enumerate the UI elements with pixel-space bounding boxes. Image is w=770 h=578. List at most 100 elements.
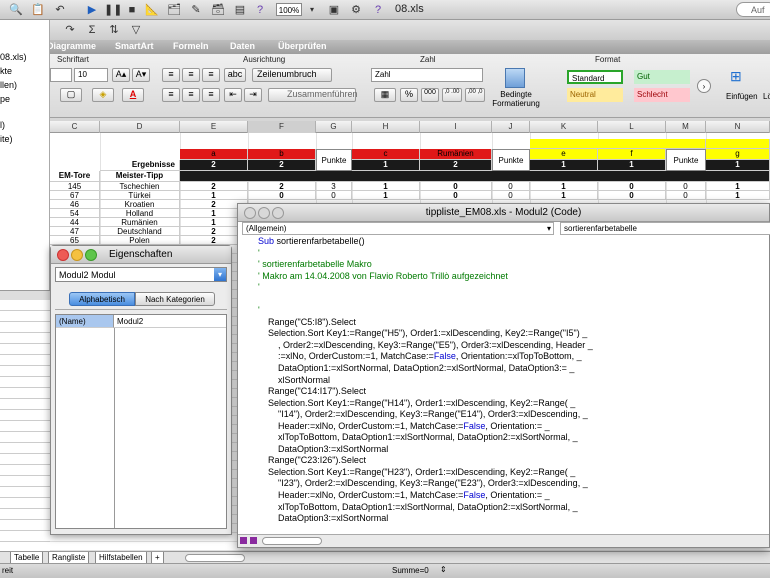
header-cell-punkte[interactable]: Punkte bbox=[316, 149, 352, 171]
code-line[interactable]: Range("C5:I8").Select bbox=[258, 317, 763, 329]
points-cell[interactable]: 0 bbox=[492, 191, 530, 200]
sort-icon[interactable]: ⇅ bbox=[106, 22, 122, 38]
thousands-button[interactable]: 000 bbox=[421, 88, 439, 102]
properties-titlebar[interactable]: Eigenschaften bbox=[51, 246, 231, 264]
decimal-decrease-button[interactable]: ,00 ,0 bbox=[465, 88, 485, 102]
toolbox-icon-2[interactable]: ⚙ bbox=[348, 2, 364, 18]
meister-tipp-header[interactable]: Meister-Tipp bbox=[100, 171, 180, 182]
header-cell-e[interactable]: a bbox=[180, 149, 248, 160]
pause-icon[interactable]: ❚❚ bbox=[104, 2, 122, 18]
code-line[interactable]: xlSortNormal bbox=[258, 375, 763, 387]
tip-cell[interactable]: 0 bbox=[420, 182, 492, 191]
zoom-icon[interactable] bbox=[85, 249, 97, 261]
paste-icon[interactable]: 📋 bbox=[30, 2, 46, 18]
zoom-dropdown-icon[interactable]: ▾ bbox=[304, 2, 320, 18]
team-cell[interactable]: Holland bbox=[100, 209, 180, 218]
search-field[interactable]: Auf de bbox=[736, 2, 770, 30]
number-format-select[interactable]: Zahl bbox=[371, 68, 483, 82]
code-scrollbar[interactable] bbox=[238, 534, 769, 547]
percent-button[interactable]: % bbox=[400, 88, 418, 102]
tip-cell[interactable]: 1 bbox=[530, 191, 598, 200]
tip-cell[interactable]: 1 bbox=[180, 191, 248, 200]
minimize-icon[interactable] bbox=[258, 207, 270, 219]
tip-cell[interactable]: 1 bbox=[706, 191, 770, 200]
object-combo[interactable]: (Allgemein) ▾ bbox=[242, 222, 554, 235]
column-header[interactable]: M bbox=[666, 121, 706, 133]
code-line[interactable]: Header:=xlNo, OrderCustom:=1, MatchCase:… bbox=[258, 421, 763, 433]
align-left-button[interactable]: ≡ bbox=[162, 88, 180, 102]
column-header[interactable]: C bbox=[50, 121, 100, 133]
code-line[interactable]: DataOption1:=xlSortNormal, DataOption2:=… bbox=[258, 363, 763, 375]
property-name[interactable]: (Name) bbox=[56, 315, 114, 328]
project-item[interactable]: pe bbox=[0, 94, 10, 104]
code-line[interactable]: xlTopToBottom, DataOption1:=xlSortNormal… bbox=[258, 502, 763, 514]
fill-color-button[interactable]: ◈ bbox=[92, 88, 114, 102]
header-cell-i[interactable]: Rumänien bbox=[420, 149, 492, 160]
procedure-view-icon[interactable] bbox=[240, 537, 247, 544]
indent-increase-button[interactable]: ⇥ bbox=[244, 88, 262, 102]
column-header[interactable]: D bbox=[100, 121, 180, 133]
project-item[interactable]: 08.xls) bbox=[0, 52, 27, 62]
chevron-down-icon[interactable]: ▾ bbox=[547, 223, 551, 235]
tab-formeln[interactable]: Formeln bbox=[173, 41, 209, 51]
tip-cell[interactable]: 1 bbox=[530, 182, 598, 191]
code-line[interactable]: Selection.Sort Key1:=Range("H5"), Order1… bbox=[258, 328, 763, 340]
delete-label[interactable]: Lö bbox=[763, 92, 770, 101]
column-header[interactable]: F bbox=[248, 121, 316, 133]
code-line[interactable]: , Order2:=xlDescending, Key3:=Range("E5"… bbox=[258, 340, 763, 352]
code-comment-line[interactable]: ' sortierenfarbetabelle Makro bbox=[258, 259, 763, 271]
score-cell[interactable]: 1 bbox=[598, 160, 666, 171]
project-item[interactable]: ite) bbox=[0, 134, 13, 144]
media-icon[interactable]: ▣ bbox=[326, 2, 342, 18]
design-mode-icon[interactable]: 📐 bbox=[144, 2, 160, 18]
team-cell[interactable]: Kroatien bbox=[100, 200, 180, 209]
header-cell-punkte[interactable]: Punkte bbox=[666, 149, 706, 171]
tip-cell[interactable]: 2 bbox=[248, 182, 316, 191]
code-comment-line[interactable]: ' bbox=[258, 248, 763, 260]
sum-icon[interactable]: Σ bbox=[84, 22, 100, 38]
em-tore-cell[interactable]: 67 bbox=[50, 191, 100, 200]
font-color-button[interactable]: A bbox=[122, 88, 144, 102]
project-item[interactable]: kte bbox=[0, 66, 12, 76]
score-cell[interactable]: 1 bbox=[352, 160, 420, 171]
conditional-format-label[interactable]: Bedingte Formatierung bbox=[490, 90, 542, 108]
team-cell[interactable]: Türkei bbox=[100, 191, 180, 200]
tip-cell[interactable]: 1 bbox=[352, 182, 420, 191]
ergebnisse-label[interactable]: Ergebnisse bbox=[100, 160, 180, 171]
tip-cell[interactable]: 1 bbox=[352, 191, 420, 200]
search-icon[interactable]: 🔍 bbox=[8, 2, 24, 18]
column-header[interactable]: N bbox=[706, 121, 770, 133]
style-gut[interactable]: Gut bbox=[634, 70, 690, 84]
em-tore-cell[interactable]: 145 bbox=[50, 182, 100, 191]
font-shrink-button[interactable]: A▾ bbox=[132, 68, 150, 82]
font-grow-button[interactable]: A▴ bbox=[112, 68, 130, 82]
tab-alphabetisch[interactable]: Alphabetisch bbox=[69, 292, 135, 306]
code-editor[interactable]: Sub sortierenfarbetabelle() ' ' sortierenf… bbox=[258, 236, 763, 525]
column-header[interactable]: J bbox=[492, 121, 530, 133]
code-line[interactable] bbox=[258, 294, 763, 306]
undo-icon[interactable]: ↶ bbox=[52, 2, 68, 18]
header-cell-f[interactable]: b bbox=[248, 149, 316, 160]
column-header[interactable]: H bbox=[352, 121, 420, 133]
em-tore-header[interactable]: EM-Tore bbox=[50, 171, 100, 182]
project-item[interactable]: llen) bbox=[0, 80, 17, 90]
score-cell[interactable]: 1 bbox=[530, 160, 598, 171]
scrollbar-thumb[interactable] bbox=[262, 537, 322, 545]
team-cell[interactable]: Polen bbox=[100, 236, 180, 245]
code-comment-line[interactable]: ' Makro am 14.04.2008 von Flavio Roberto… bbox=[258, 271, 763, 283]
team-cell[interactable]: Tschechien bbox=[100, 182, 180, 191]
code-line[interactable]: Sub sortierenfarbetabelle() bbox=[258, 236, 763, 248]
font-name-field[interactable] bbox=[50, 68, 72, 82]
header-cell-n[interactable]: g bbox=[706, 149, 770, 160]
tip-cell[interactable]: 1 bbox=[706, 182, 770, 191]
style-neutral[interactable]: Neutral bbox=[567, 88, 623, 102]
zoom-field[interactable]: 100% bbox=[276, 3, 302, 16]
tab-daten[interactable]: Daten bbox=[230, 41, 255, 51]
borders-button[interactable]: ▢ bbox=[60, 88, 82, 102]
align-top-button[interactable]: ≡ bbox=[162, 68, 180, 82]
points-cell[interactable]: 0 bbox=[316, 191, 352, 200]
full-module-view-icon[interactable] bbox=[250, 537, 257, 544]
em-tore-cell[interactable]: 47 bbox=[50, 227, 100, 236]
code-line[interactable]: DataOption3:=xlSortNormal bbox=[258, 513, 763, 525]
stop-icon[interactable]: ■ bbox=[124, 2, 140, 18]
